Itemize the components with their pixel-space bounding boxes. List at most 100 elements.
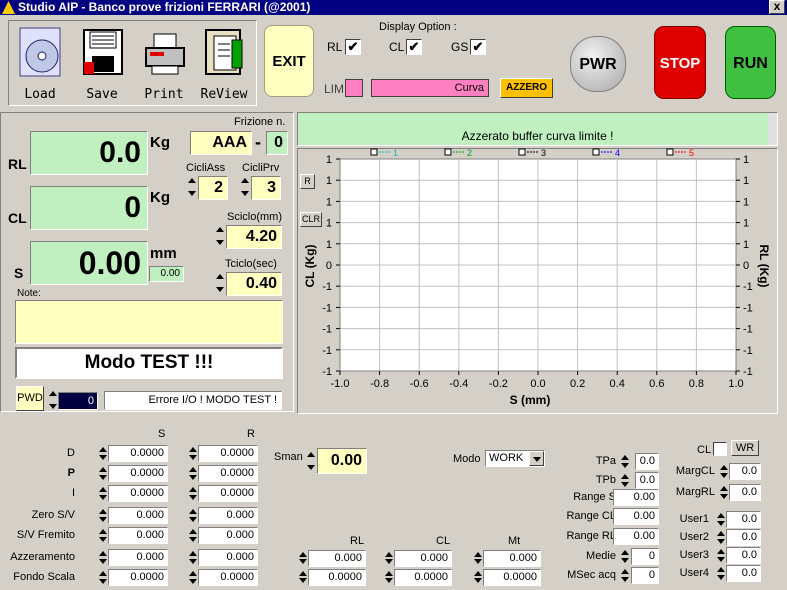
print-button[interactable]: Print (134, 22, 194, 102)
user-spinner[interactable] (716, 547, 725, 564)
save-button[interactable]: Save (72, 22, 132, 102)
gs-checkbox[interactable]: ✔ (470, 39, 486, 55)
table-row-s-field[interactable]: 0.0000 (108, 465, 168, 482)
frizione-number[interactable]: 0 (266, 131, 288, 155)
chevron-down-icon[interactable] (529, 451, 544, 466)
table-row-s-field[interactable]: 0.0000 (108, 569, 168, 586)
user-field[interactable]: 0.0 (726, 529, 761, 546)
table-row-r-spinner[interactable] (188, 507, 197, 524)
modo-select[interactable]: WORK (485, 450, 545, 467)
marg-spinner[interactable] (719, 463, 728, 480)
right-param-spinner[interactable] (620, 567, 629, 584)
tciclo-value[interactable]: 0.40 (226, 272, 282, 296)
mid-rl2-spinner[interactable] (298, 569, 307, 585)
table-row-s-spinner[interactable] (98, 527, 107, 544)
user-spinner[interactable] (716, 529, 725, 546)
right-param-spinner[interactable] (620, 472, 629, 489)
mid-cl1-field[interactable]: 0.000 (394, 550, 452, 567)
table-row-s-spinner[interactable] (98, 549, 107, 566)
table-row-s-spinner[interactable] (98, 507, 107, 524)
right-param-field[interactable]: 0.00 (613, 528, 659, 545)
table-row-r-field[interactable]: 0.0000 (198, 485, 258, 502)
mid-rl2-field[interactable]: 0.0000 (308, 569, 366, 586)
right-param-field[interactable]: 0 (631, 567, 659, 584)
close-button[interactable]: x (769, 0, 785, 14)
mid-mt2-field[interactable]: 0.0000 (483, 569, 541, 586)
sman-spinner[interactable] (306, 450, 315, 472)
table-row-s-field[interactable]: 0.0000 (108, 445, 168, 462)
chart-legend[interactable]: 1 2 3 4 5 (370, 148, 694, 158)
table-row-s-spinner[interactable] (98, 485, 107, 502)
chart-r-button[interactable]: R (300, 174, 315, 189)
table-row-r-field[interactable]: 0.0000 (198, 445, 258, 462)
table-row-r-spinner[interactable] (188, 527, 197, 544)
table-row-r-spinner[interactable] (188, 485, 197, 502)
table-row-r-field[interactable]: 0.000 (198, 527, 258, 544)
sman-value[interactable]: 0.00 (317, 448, 367, 474)
right-param-spinner[interactable] (620, 548, 629, 565)
marg-field[interactable]: 0.0 (729, 484, 761, 501)
right-param-field[interactable]: 0.0 (635, 472, 659, 489)
table-row-r-field[interactable]: 0.000 (198, 507, 258, 524)
right-cl-checkbox[interactable] (713, 442, 727, 456)
table-row-s-field[interactable]: 0.000 (108, 549, 168, 566)
mid-cl1-spinner[interactable] (384, 550, 393, 566)
legend-checkbox[interactable] (592, 148, 600, 156)
cicli-ass-value[interactable]: 2 (198, 176, 228, 200)
right-param-field[interactable]: 0.0 (635, 453, 659, 470)
cl-checkbox[interactable]: ✔ (406, 39, 422, 55)
table-row-r-spinner[interactable] (188, 569, 197, 586)
user-field[interactable]: 0.0 (726, 547, 761, 564)
sciclo-value[interactable]: 4.20 (226, 225, 282, 249)
curva-field[interactable]: Curva (371, 79, 489, 97)
pwr-button[interactable]: PWR (570, 36, 626, 92)
table-row-r-spinner[interactable] (188, 465, 197, 482)
legend-checkbox[interactable] (518, 148, 526, 156)
right-param-field[interactable]: 0.00 (613, 489, 659, 506)
load-button[interactable]: Load (10, 22, 70, 102)
stop-button[interactable]: STOP (654, 26, 706, 99)
mid-mt1-field[interactable]: 0.000 (483, 550, 541, 567)
legend-checkbox[interactable] (666, 148, 674, 156)
mid-rl1-spinner[interactable] (298, 550, 307, 566)
table-row-s-field[interactable]: 0.000 (108, 507, 168, 524)
cicli-ass-spinner[interactable] (187, 176, 196, 198)
table-row-r-spinner[interactable] (188, 549, 197, 566)
legend-checkbox[interactable] (444, 148, 452, 156)
table-row-s-field[interactable]: 0.0000 (108, 485, 168, 502)
table-row-r-spinner[interactable] (188, 445, 197, 462)
mid-mt2-spinner[interactable] (473, 569, 482, 585)
exit-button[interactable]: EXIT (264, 25, 314, 97)
marg-spinner[interactable] (719, 484, 728, 501)
user-spinner[interactable] (716, 565, 725, 582)
frizione-code[interactable]: AAA (190, 131, 252, 155)
azzero-button[interactable]: AZZERO (500, 78, 553, 98)
message-scrollbar[interactable] (768, 113, 777, 145)
mid-cl2-spinner[interactable] (384, 569, 393, 585)
right-param-field[interactable]: 0 (631, 548, 659, 565)
right-param-field[interactable]: 0.00 (613, 508, 659, 525)
pwd-spinner[interactable] (48, 389, 57, 411)
user-spinner[interactable] (716, 511, 725, 528)
table-row-s-spinner[interactable] (98, 465, 107, 482)
user-field[interactable]: 0.0 (726, 565, 761, 582)
sciclo-spinner[interactable] (215, 225, 224, 247)
rl-checkbox[interactable]: ✔ (345, 39, 361, 55)
review-button[interactable]: ReView (194, 22, 254, 102)
mid-cl2-field[interactable]: 0.0000 (394, 569, 452, 586)
pwd-field[interactable]: 0 (58, 392, 98, 410)
right-param-spinner[interactable] (620, 453, 629, 470)
cicli-prv-value[interactable]: 3 (251, 176, 281, 200)
user-field[interactable]: 0.0 (726, 511, 761, 528)
table-row-r-field[interactable]: 0.0000 (198, 569, 258, 586)
note-textarea[interactable] (15, 300, 283, 344)
table-row-s-spinner[interactable] (98, 445, 107, 462)
table-row-s-spinner[interactable] (98, 569, 107, 586)
marg-field[interactable]: 0.0 (729, 463, 761, 480)
tciclo-spinner[interactable] (215, 272, 224, 294)
mid-rl1-field[interactable]: 0.000 (308, 550, 366, 567)
wr-button[interactable]: WR (731, 440, 759, 456)
table-row-s-field[interactable]: 0.000 (108, 527, 168, 544)
lim-color-swatch[interactable] (345, 79, 363, 97)
mid-mt1-spinner[interactable] (473, 550, 482, 566)
